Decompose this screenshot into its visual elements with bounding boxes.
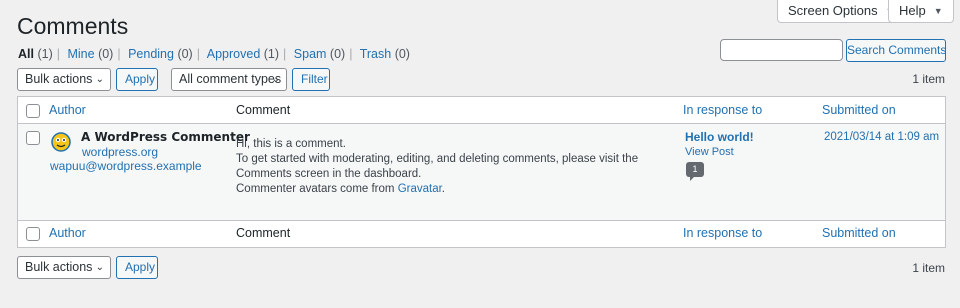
author-email-link[interactable]: wapuu@wordpress.example: [50, 159, 202, 173]
column-submitted-on-footer[interactable]: Submitted on: [822, 226, 896, 240]
help-label: Help: [899, 3, 926, 18]
view-post-link[interactable]: View Post: [685, 146, 734, 158]
response-post-link[interactable]: Hello world!: [685, 130, 754, 144]
chevron-down-icon: ⌄: [271, 74, 280, 85]
table-row: A WordPress Commenter wordpress.org wapu…: [18, 124, 945, 220]
author-name: A WordPress Commenter: [81, 130, 250, 144]
help-button[interactable]: Help ▼: [888, 0, 954, 23]
filter-button[interactable]: Filter: [292, 68, 330, 91]
comment-text: Hi, this is a comment. To get started wi…: [236, 137, 666, 197]
comments-table: Author Comment In response to Submitted …: [17, 96, 946, 248]
filter-mine-count: (0): [98, 47, 114, 61]
comment-line: Commenter avatars come from Gravatar.: [236, 182, 666, 197]
apply-button-bottom[interactable]: Apply: [116, 256, 158, 279]
comment-count-bubble[interactable]: 1: [686, 162, 704, 181]
filter-approved[interactable]: Approved: [207, 47, 261, 61]
table-header: Author Comment In response to Submitted …: [18, 97, 945, 124]
column-in-response-to-footer[interactable]: In response to: [683, 226, 762, 240]
filter-spam-count: (0): [329, 47, 346, 61]
comment-types-value: All comment types: [179, 72, 282, 86]
comment-line: Hi, this is a comment.: [236, 138, 346, 150]
filter-separator: |: [349, 47, 353, 61]
apply-button[interactable]: Apply: [116, 68, 158, 91]
column-submitted-on[interactable]: Submitted on: [822, 103, 896, 117]
author-url-link[interactable]: wordpress.org: [82, 145, 158, 159]
filter-separator: |: [56, 47, 60, 61]
filter-all[interactable]: All: [18, 47, 34, 61]
search-input[interactable]: [720, 39, 843, 61]
filter-separator: |: [196, 47, 200, 61]
filter-trash[interactable]: Trash: [360, 47, 392, 61]
comment-line-suffix: .: [441, 183, 445, 195]
screen-options-label: Screen Options: [788, 3, 878, 18]
bulk-actions-select[interactable]: Bulk actions ⌄: [17, 68, 111, 91]
item-count-bottom: 1 item: [912, 261, 945, 275]
filter-separator: |: [117, 47, 121, 61]
filter-pending[interactable]: Pending: [128, 47, 174, 61]
filter-approved-count: (1): [263, 47, 280, 61]
table-footer: Author Comment In response to Submitted …: [18, 220, 945, 247]
column-comment-footer: Comment: [236, 226, 291, 240]
comment-line-prefix: Commenter avatars come from: [236, 183, 398, 195]
row-checkbox[interactable]: [26, 131, 40, 145]
submitted-on-link[interactable]: 2021/03/14 at 1:09 am: [824, 131, 939, 143]
column-in-response-to[interactable]: In response to: [683, 103, 762, 117]
filter-spam[interactable]: Spam: [294, 47, 327, 61]
comment-line: To get started with moderating, editing,…: [236, 153, 639, 180]
column-comment: Comment: [236, 103, 291, 117]
comment-status-filters: All (1) | Mine (0) | Pending (0) | Approved…: [18, 47, 410, 61]
filter-pending-count: (0): [177, 47, 193, 61]
column-author-footer[interactable]: Author: [49, 226, 86, 240]
page-title: Comments: [17, 13, 129, 39]
bulk-actions-value: Bulk actions: [25, 72, 93, 86]
search-comments-button[interactable]: Search Comments: [846, 39, 946, 62]
chevron-down-icon: ⌄: [95, 74, 104, 85]
avatar: [51, 132, 71, 152]
screen-options-button[interactable]: Screen Options ▼: [777, 0, 906, 23]
chevron-down-icon: ⌄: [95, 262, 104, 273]
filter-all-count: (1): [37, 47, 53, 61]
gravatar-link[interactable]: Gravatar: [398, 183, 442, 195]
bulk-actions-value: Bulk actions: [25, 260, 93, 274]
caret-down-icon: ▼: [933, 6, 943, 16]
column-author[interactable]: Author: [49, 103, 86, 117]
item-count: 1 item: [912, 72, 945, 86]
filter-trash-count: (0): [394, 47, 410, 61]
bulk-actions-select-bottom[interactable]: Bulk actions ⌄: [17, 256, 111, 279]
filter-separator: |: [283, 47, 287, 61]
comment-types-select[interactable]: All comment types ⌄: [171, 68, 287, 91]
select-all-checkbox-footer[interactable]: [26, 227, 40, 241]
filter-mine[interactable]: Mine: [67, 47, 94, 61]
select-all-checkbox[interactable]: [26, 104, 40, 118]
